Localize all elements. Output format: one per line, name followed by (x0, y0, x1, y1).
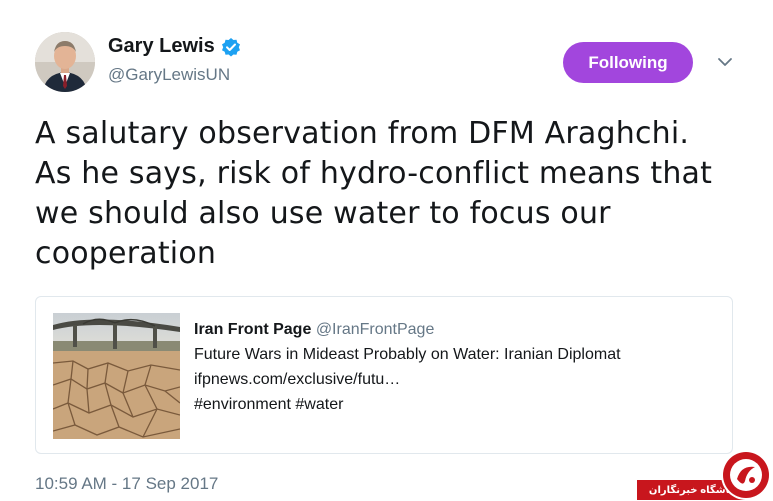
card-body: Iran Front Page @IranFrontPage Future Wa… (194, 317, 714, 417)
card-author-line: Iran Front Page @IranFrontPage (194, 317, 714, 342)
watermark: باشگاه خبرنگاران (637, 449, 773, 501)
tweet-text-line: A salutary observation from DFM Araghchi… (35, 116, 690, 151)
watermark-logo-icon (721, 450, 771, 500)
profile-photo-icon (35, 32, 95, 92)
verified-badge-icon (221, 37, 240, 56)
card-headline: Future Wars in Mideast Probably on Water… (194, 346, 621, 363)
avatar[interactable] (35, 32, 95, 92)
tweet-text: A salutary observation from DFM Araghchi… (35, 114, 735, 274)
tweet-text-line: As he says, risk of hydro-conflict means… (35, 156, 713, 191)
author-name-row: Gary Lewis (108, 35, 241, 58)
tweet-text-line: we should also use water to focus our (35, 196, 611, 231)
card-hashtags[interactable]: #environment #water (194, 392, 714, 417)
card-thumbnail[interactable] (53, 313, 180, 439)
tweet-text-line: cooperation (35, 236, 217, 271)
author-name[interactable]: Gary Lewis (108, 35, 215, 58)
card-author-name[interactable]: Iran Front Page (194, 321, 311, 338)
quoted-link-card[interactable]: Iran Front Page @IranFrontPage Future Wa… (35, 296, 733, 454)
dry-riverbed-image (53, 313, 180, 439)
tweet-timestamp[interactable]: 10:59 AM - 17 Sep 2017 (35, 474, 218, 494)
chevron-down-icon[interactable] (716, 56, 734, 68)
author-handle[interactable]: @GaryLewisUN (108, 65, 230, 85)
card-author-handle[interactable]: @IranFrontPage (316, 321, 435, 338)
card-link[interactable]: ifpnews.com/exclusive/futu… (194, 367, 714, 392)
following-button[interactable]: Following (563, 42, 693, 83)
